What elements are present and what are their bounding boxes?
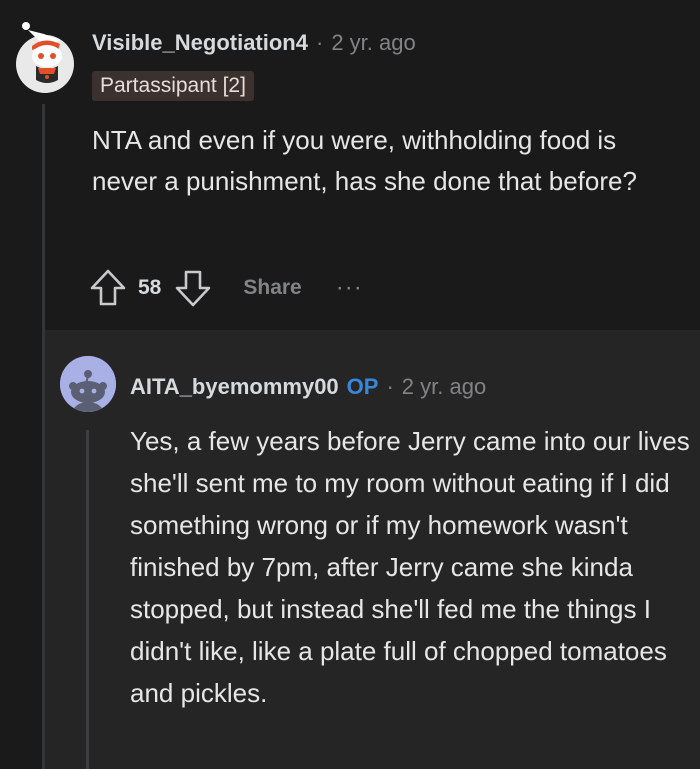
reply-user-avatar[interactable] [60, 356, 116, 412]
comment-timestamp[interactable]: 2 yr. ago [331, 30, 415, 56]
meta-separator: · [386, 374, 394, 399]
upvote-button[interactable] [88, 266, 128, 310]
reply-timestamp[interactable]: 2 yr. ago [402, 374, 486, 400]
default-snoo-avatar-icon [60, 356, 116, 412]
vote-count: 58 [138, 276, 162, 299]
downvote-button[interactable] [173, 266, 213, 310]
comment-thread: Visible_Negotiation4 · 2 yr. ago Partass… [0, 0, 700, 769]
user-avatar[interactable] [14, 20, 76, 94]
snoo-avatar-icon [16, 22, 74, 93]
upvote-arrow-icon [90, 269, 126, 306]
share-button[interactable]: Share [243, 276, 301, 300]
downvote-arrow-icon [176, 270, 211, 307]
comment-author[interactable]: Visible_Negotiation4 [92, 30, 308, 56]
reply-meta: AITA_byemommy00 OP · 2 yr. ago [130, 374, 486, 400]
meta-separator: · [315, 30, 324, 55]
reply-author[interactable]: AITA_byemommy00 [130, 374, 339, 400]
reply-thread-line[interactable] [86, 430, 89, 769]
reply-body: Yes, a few years before Jerry came into … [130, 426, 690, 708]
op-badge: OP [346, 374, 379, 399]
comment-meta: Visible_Negotiation4 · 2 yr. ago [92, 30, 416, 56]
comment-actions: 58 Share ··· [88, 266, 363, 310]
comment-body: NTA and even if you were, withholding fo… [92, 125, 637, 196]
more-options-button[interactable]: ··· [336, 274, 363, 302]
user-flair: Partassipant [2] [92, 71, 254, 101]
